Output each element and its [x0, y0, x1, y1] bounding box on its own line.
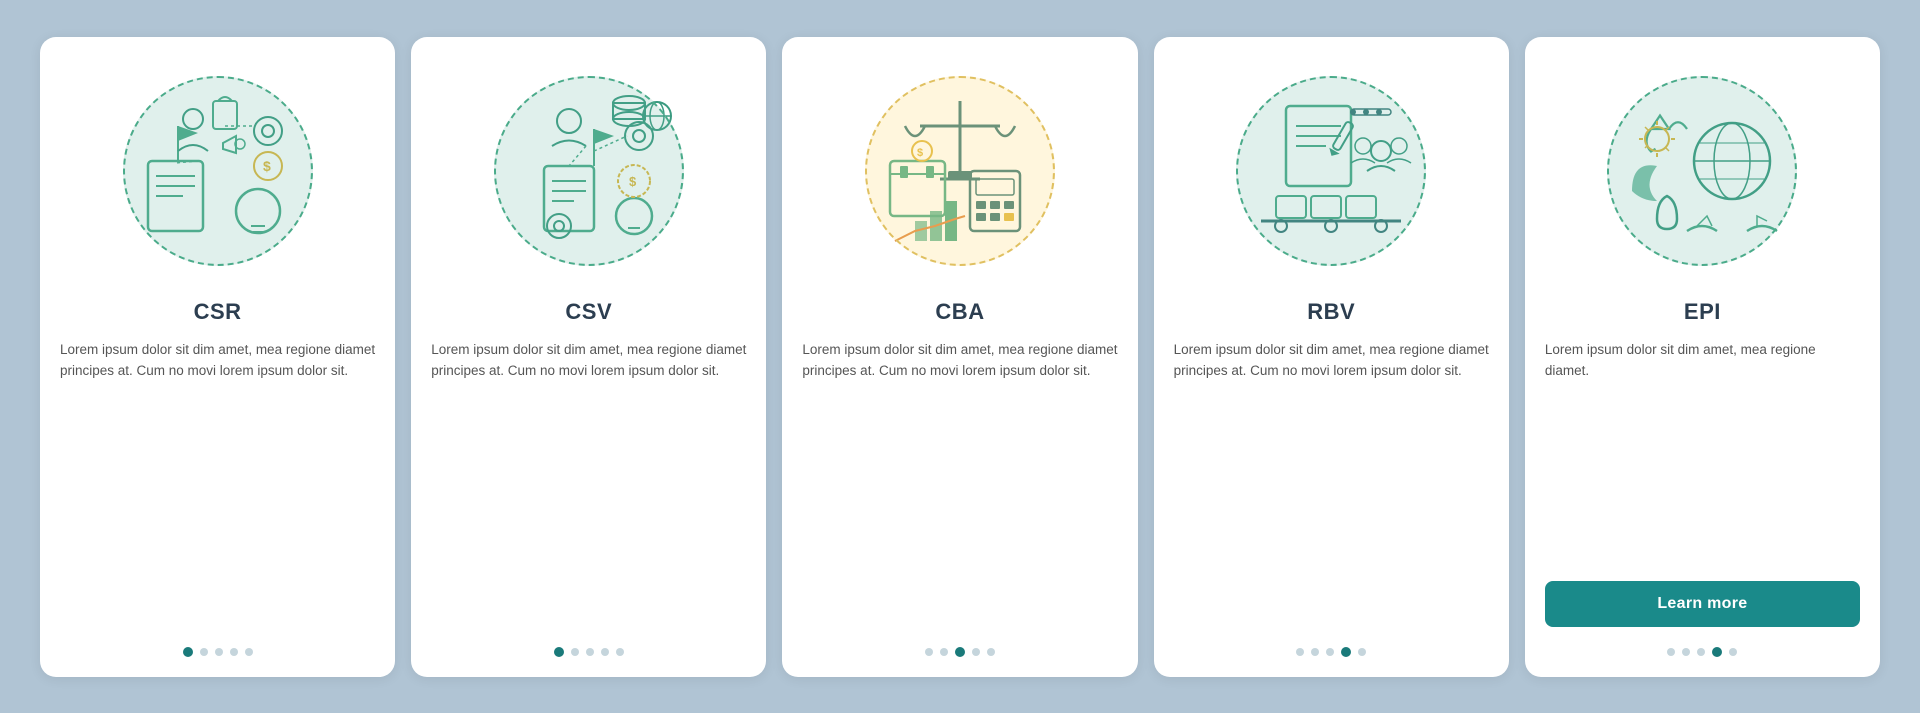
csv-title: CSV	[565, 299, 612, 325]
csr-dots	[183, 647, 253, 657]
dot[interactable]	[972, 648, 980, 656]
csr-title: CSR	[194, 299, 242, 325]
cba-illustration: $	[850, 61, 1070, 281]
epi-text: Lorem ipsum dolor sit dim amet, mea regi…	[1545, 339, 1860, 567]
dot[interactable]	[1358, 648, 1366, 656]
csr-illustration: $	[108, 61, 328, 281]
card-csv: $ CSV Lorem ipsum dolor sit dim amet, me…	[411, 37, 766, 677]
csr-text: Lorem ipsum dolor sit dim amet, mea regi…	[60, 339, 375, 627]
dot[interactable]	[925, 648, 933, 656]
dot[interactable]	[616, 648, 624, 656]
cba-dots	[925, 647, 995, 657]
csv-text: Lorem ipsum dolor sit dim amet, mea regi…	[431, 339, 746, 627]
dot[interactable]	[1697, 648, 1705, 656]
dot[interactable]	[1682, 648, 1690, 656]
rbv-text: Lorem ipsum dolor sit dim amet, mea regi…	[1174, 339, 1489, 627]
dot[interactable]	[554, 647, 564, 657]
dot[interactable]	[601, 648, 609, 656]
cba-title: CBA	[935, 299, 984, 325]
learn-more-button[interactable]: Learn more	[1545, 581, 1860, 627]
dot[interactable]	[215, 648, 223, 656]
epi-title: EPI	[1684, 299, 1721, 325]
card-csr: $ CSR Lorem ipsum dolor sit dim amet, me…	[40, 37, 395, 677]
rbv-illustration	[1221, 61, 1441, 281]
card-rbv: RBV Lorem ipsum dolor sit dim amet, mea …	[1154, 37, 1509, 677]
dot[interactable]	[571, 648, 579, 656]
card-epi: EPI Lorem ipsum dolor sit dim amet, mea …	[1525, 37, 1880, 677]
dot[interactable]	[183, 647, 193, 657]
epi-illustration	[1592, 61, 1812, 281]
dot[interactable]	[1729, 648, 1737, 656]
rbv-dots	[1296, 647, 1366, 657]
rbv-title: RBV	[1307, 299, 1355, 325]
cba-text: Lorem ipsum dolor sit dim amet, mea regi…	[802, 339, 1117, 627]
dot[interactable]	[987, 648, 995, 656]
dot[interactable]	[1311, 648, 1319, 656]
dot[interactable]	[200, 648, 208, 656]
dot[interactable]	[955, 647, 965, 657]
dot[interactable]	[586, 648, 594, 656]
dot[interactable]	[245, 648, 253, 656]
epi-dots	[1667, 647, 1737, 657]
dot[interactable]	[1296, 648, 1304, 656]
dot[interactable]	[940, 648, 948, 656]
dot[interactable]	[1326, 648, 1334, 656]
cards-container: $ CSR Lorem ipsum dolor sit dim amet, me…	[40, 37, 1880, 677]
dot[interactable]	[230, 648, 238, 656]
dot[interactable]	[1341, 647, 1351, 657]
dot[interactable]	[1667, 648, 1675, 656]
csv-illustration: $	[479, 61, 699, 281]
dot[interactable]	[1712, 647, 1722, 657]
csv-dots	[554, 647, 624, 657]
card-cba: $ CBA Lorem ipsum dolor sit dim amet, me…	[782, 37, 1137, 677]
